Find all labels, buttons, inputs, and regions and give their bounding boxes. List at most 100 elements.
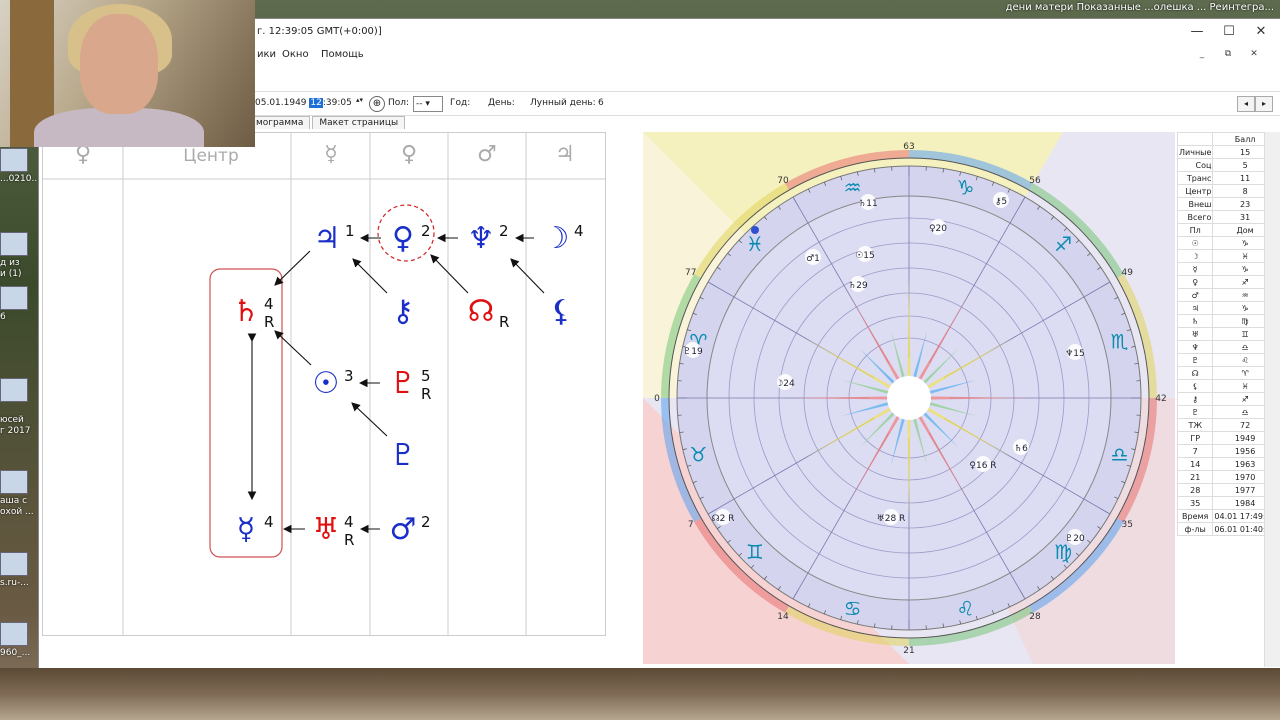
tab-cosmogram[interactable]: мограмма [249, 116, 311, 129]
mdi-close-button[interactable]: ✕ [1245, 49, 1263, 63]
desktop-bottom-area [0, 668, 1280, 720]
stats-cell: Центр [1176, 184, 1214, 198]
tab-page-layout[interactable]: Макет страницы [312, 116, 406, 129]
stats-cell: 28 [1176, 483, 1214, 497]
menu-item-help[interactable]: Помощь [321, 49, 364, 60]
planet-node-score: 1 [345, 222, 355, 240]
stats-cell: ♃ [1176, 301, 1214, 315]
planet-node-mercury: ☿ [237, 512, 255, 547]
outer-number-label: 70 [777, 176, 789, 186]
planet-node-score: 2 [421, 513, 431, 531]
next-arrow-button[interactable]: ▸ [1255, 96, 1273, 112]
year-label: Год: [450, 98, 471, 108]
stats-cell: Время [1176, 509, 1214, 523]
stats-cell: Пл [1176, 223, 1214, 237]
planet-node-pluto: ♇ [390, 366, 417, 401]
desktop-icon[interactable]: ...0210... [0, 148, 41, 185]
planet-marker-label: ♅28 R [877, 514, 906, 524]
wheel-svg: 6356494235282114707770 ♑♐♏♎♍♌♋♊♉♈♓♒♄11♀20… [643, 132, 1175, 664]
time-spinner[interactable]: ▴▾ [356, 96, 363, 104]
planet-node-moon: ☽ [543, 221, 570, 256]
desktop-icon[interactable]: 960_... [0, 622, 38, 659]
desktop-icon-label: 960_... [0, 648, 31, 658]
outer-number-label: 7 [688, 520, 694, 530]
zodiac-sign-glyph: ♋ [844, 597, 862, 621]
maximize-button[interactable]: ☐ [1217, 23, 1241, 41]
desktop-icon[interactable]: аша с охой ... [0, 470, 38, 518]
menu-item-window[interactable]: Окно [282, 49, 309, 60]
desktop-icon[interactable]: 6 [0, 286, 38, 323]
wheel-center [887, 376, 931, 420]
planet-marker-label: ♀16 R [969, 461, 996, 471]
stats-cell: ТЖ [1176, 418, 1214, 432]
planet-node-uranus: ♅ [313, 512, 340, 547]
zodiac-sign-glyph: ♌ [956, 597, 974, 621]
planet-node-score: 2 [499, 222, 509, 240]
mdi-minimize-button[interactable]: _ [1193, 49, 1211, 63]
pol-select[interactable]: -- ▾ [413, 96, 443, 112]
outer-number-label: 56 [1029, 176, 1041, 186]
stats-cell: 21 [1176, 470, 1214, 484]
stats-cell: ⚷ [1176, 392, 1214, 406]
planet-node-score: 3 [344, 367, 354, 385]
stats-cell: Всего [1176, 210, 1214, 224]
stats-cell: ♇ [1176, 353, 1214, 367]
outer-number-label: 0 [654, 394, 660, 404]
planet-node-retrograde: R [499, 313, 509, 331]
prev-arrow-button[interactable]: ◂ [1237, 96, 1255, 112]
desktop-icon-label: 6 [0, 312, 6, 322]
outer-number-label: 14 [777, 612, 789, 622]
planet-marker-label: ♄11 [858, 199, 878, 209]
webcam-person-face [80, 14, 158, 114]
planet-node-chiron: ⚷ [392, 294, 414, 329]
stats-cell: 7 [1176, 444, 1214, 458]
planet-node-mars: ♂ [390, 512, 417, 547]
menu-item-tools[interactable]: ики [257, 49, 276, 60]
planet-marker-label: ♂1 [806, 254, 820, 264]
close-button[interactable]: ✕ [1249, 23, 1273, 41]
planet-marker-label: ♇19 [683, 347, 703, 357]
webcam-overlay [0, 0, 255, 147]
planet-diagram-panel: ♀ Центр ☿ ♀ ♂ ♃ ♃ 1 ♀ 2 ♆ 2 ☽ 4 ♄ 4 R ⚷ … [42, 132, 606, 636]
desktop-icon[interactable]: s.ru-... [0, 552, 38, 589]
marker-dot [751, 226, 759, 234]
outer-number-label: 77 [685, 268, 696, 278]
planet-node-sun: ☉ [313, 366, 340, 401]
desktop-file-icon [0, 622, 28, 646]
day-label: День: [488, 98, 515, 108]
planet-node-score: 5 [421, 367, 431, 385]
desktop-icon-label: s.ru-... [0, 578, 29, 588]
header-mercury: ☿ [324, 142, 338, 167]
planet-node-venus: ♀ [392, 221, 414, 256]
stats-cell: ♆ [1176, 340, 1214, 354]
zodiac-sign-glyph: ♎ [1111, 442, 1129, 466]
outer-number-label: 28 [1029, 612, 1041, 622]
stats-cell: ☊ [1176, 366, 1214, 380]
desktop-top-text: дени матери Показанные ...олешка ... Реи… [1005, 2, 1274, 13]
planet-node-node: ☊ [468, 294, 495, 329]
desktop-icon[interactable]: д из и (1) [0, 232, 38, 280]
outer-number-label: 42 [1155, 394, 1166, 404]
stats-cell [1176, 132, 1214, 146]
stats-cell: ♅ [1176, 327, 1214, 341]
vertical-scrollbar[interactable] [1264, 132, 1280, 667]
header-venus: ♀ [401, 142, 417, 167]
planet-node-lilith: ⚸ [550, 294, 572, 329]
desktop-icon-label: ...0210... [0, 174, 41, 184]
window-title: г. 12:39:05 GMT(+0:00)] [257, 26, 382, 37]
stats-cell: Личные [1176, 145, 1214, 159]
stats-cell: ♇ [1176, 405, 1214, 419]
outer-number-label: 35 [1122, 520, 1133, 530]
planet-marker-label: ♆15 [1065, 349, 1085, 359]
mdi-restore-button[interactable]: ⧉ [1219, 49, 1237, 63]
desktop-icon[interactable]: юсей г 2017 [0, 378, 38, 437]
planet-node-score: 4 [574, 222, 584, 240]
zodiac-sign-glyph: ♐ [1054, 232, 1072, 256]
stats-cell: ♄ [1176, 314, 1214, 328]
stats-cell: Соц [1176, 158, 1214, 172]
minimize-button[interactable]: — [1185, 23, 1209, 41]
desktop-file-icon [0, 378, 28, 402]
globe-icon[interactable]: ⊕ [369, 96, 385, 112]
planet-node-score: 4 [264, 295, 274, 313]
date-field[interactable]: 05.01.1949 12:39:05 [255, 98, 352, 108]
